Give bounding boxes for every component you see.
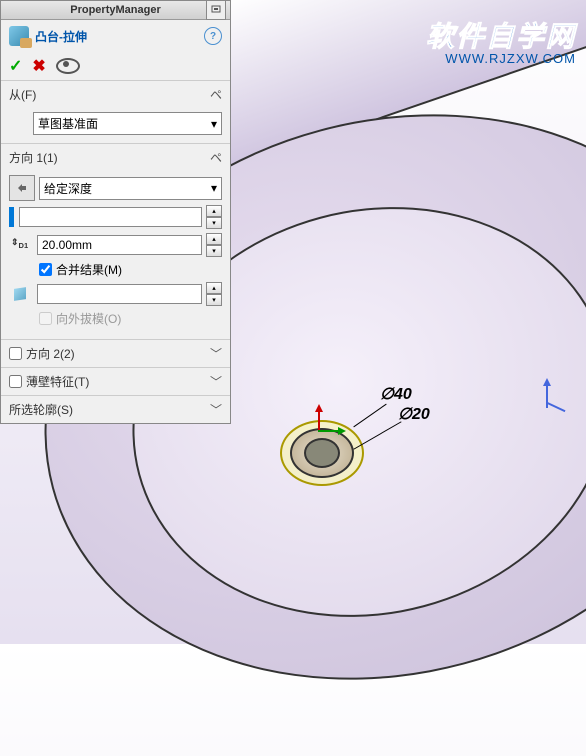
thin-feature-header[interactable]: 薄壁特征(T) ﹀ — [1, 368, 230, 395]
selected-contours-label: 所选轮廓(S) — [9, 401, 73, 418]
end-condition-value: 给定深度 — [44, 180, 92, 197]
start-condition-value: 草图基准面 — [38, 115, 98, 132]
panel-title: PropertyManager — [70, 4, 160, 16]
chevron-up-icon: ペ — [210, 86, 222, 103]
chevron-down-icon: ﹀ — [210, 345, 222, 362]
merge-result-checkbox[interactable] — [39, 263, 52, 276]
panel-header: PropertyManager — [1, 1, 230, 20]
boss-extrude-icon — [9, 26, 29, 46]
direction1-header[interactable]: 方向 1(1) ペ — [1, 144, 230, 171]
spin-down-button[interactable]: ▾ — [206, 294, 222, 306]
feature-title-row: 凸台-拉伸 ? — [1, 20, 230, 52]
thin-feature-checkbox[interactable] — [9, 375, 22, 388]
watermark-url: WWW.RJZXW.COM — [426, 51, 576, 66]
selection-indicator — [9, 207, 14, 227]
chevron-up-icon: ペ — [210, 149, 222, 166]
chevron-down-icon: ▾ — [211, 117, 217, 131]
action-row: ✓ ✖ — [1, 52, 230, 81]
spinner: ▴ ▾ — [206, 233, 222, 257]
ok-button[interactable]: ✓ — [9, 56, 22, 76]
draft-icon — [9, 282, 33, 306]
merge-result-row: 合并结果(M) — [39, 261, 222, 278]
direction1-label: 方向 1(1) — [9, 149, 58, 166]
thin-feature-label: 薄壁特征(T) — [26, 373, 89, 390]
draft-outward-row: 向外拔模(O) — [39, 310, 222, 327]
selected-contours-section: 所选轮廓(S) ﹀ — [1, 396, 230, 423]
direction-vector-input[interactable] — [19, 207, 202, 227]
reverse-direction-button[interactable] — [9, 175, 35, 201]
depth-icon: ⇕D1 — [9, 233, 33, 257]
spinner: ▴ ▾ — [206, 205, 222, 229]
spinner: ▴ ▾ — [206, 282, 222, 306]
chevron-down-icon: ﹀ — [210, 401, 222, 418]
merge-result-label: 合并结果(M) — [56, 261, 122, 278]
chevron-down-icon: ﹀ — [210, 373, 222, 390]
from-section: 从(F) ペ 草图基准面 ▾ — [1, 81, 230, 144]
direction2-label: 方向 2(2) — [26, 345, 75, 362]
end-condition-dropdown[interactable]: 给定深度 ▾ — [39, 177, 222, 200]
draft-angle-input[interactable] — [37, 284, 202, 304]
thin-feature-section: 薄壁特征(T) ﹀ — [1, 368, 230, 396]
direction2-checkbox[interactable] — [9, 347, 22, 360]
triad-x-axis — [318, 430, 344, 432]
chevron-down-icon: ▾ — [211, 181, 217, 195]
spin-down-button[interactable]: ▾ — [206, 217, 222, 229]
dimension-40[interactable]: ∅40 — [380, 384, 412, 404]
depth-input[interactable] — [37, 235, 202, 255]
pushpin-button[interactable] — [206, 0, 226, 20]
help-icon[interactable]: ? — [204, 27, 222, 45]
from-label: 从(F) — [9, 86, 36, 103]
direction2-header[interactable]: 方向 2(2) ﹀ — [1, 340, 230, 367]
spin-up-button[interactable]: ▴ — [206, 233, 222, 245]
watermark-title: 软件自学网 — [426, 15, 576, 55]
property-manager-panel: PropertyManager 凸台-拉伸 ? ✓ ✖ 从(F) ペ 草图基准面… — [0, 0, 231, 424]
selected-contours-header[interactable]: 所选轮廓(S) ﹀ — [1, 396, 230, 423]
spin-down-button[interactable]: ▾ — [206, 245, 222, 257]
draft-outward-checkbox[interactable] — [39, 312, 52, 325]
from-section-header[interactable]: 从(F) ペ — [1, 81, 230, 108]
preview-button[interactable] — [56, 58, 80, 74]
watermark: 软件自学网 WWW.RJZXW.COM — [426, 15, 576, 66]
cancel-button[interactable]: ✖ — [32, 56, 45, 76]
start-condition-dropdown[interactable]: 草图基准面 ▾ — [33, 112, 222, 135]
boss-hole — [304, 438, 340, 468]
direction2-section: 方向 2(2) ﹀ — [1, 340, 230, 368]
spin-up-button[interactable]: ▴ — [206, 282, 222, 294]
feature-name: 凸台-拉伸 — [35, 28, 87, 45]
dimension-20[interactable]: ∅20 — [398, 404, 430, 424]
direction1-section: 方向 1(1) ペ 给定深度 ▾ ▴ ▾ — [1, 144, 230, 340]
spin-up-button[interactable]: ▴ — [206, 205, 222, 217]
draft-outward-label: 向外拔模(O) — [56, 310, 121, 327]
triad-y-axis — [318, 406, 320, 432]
